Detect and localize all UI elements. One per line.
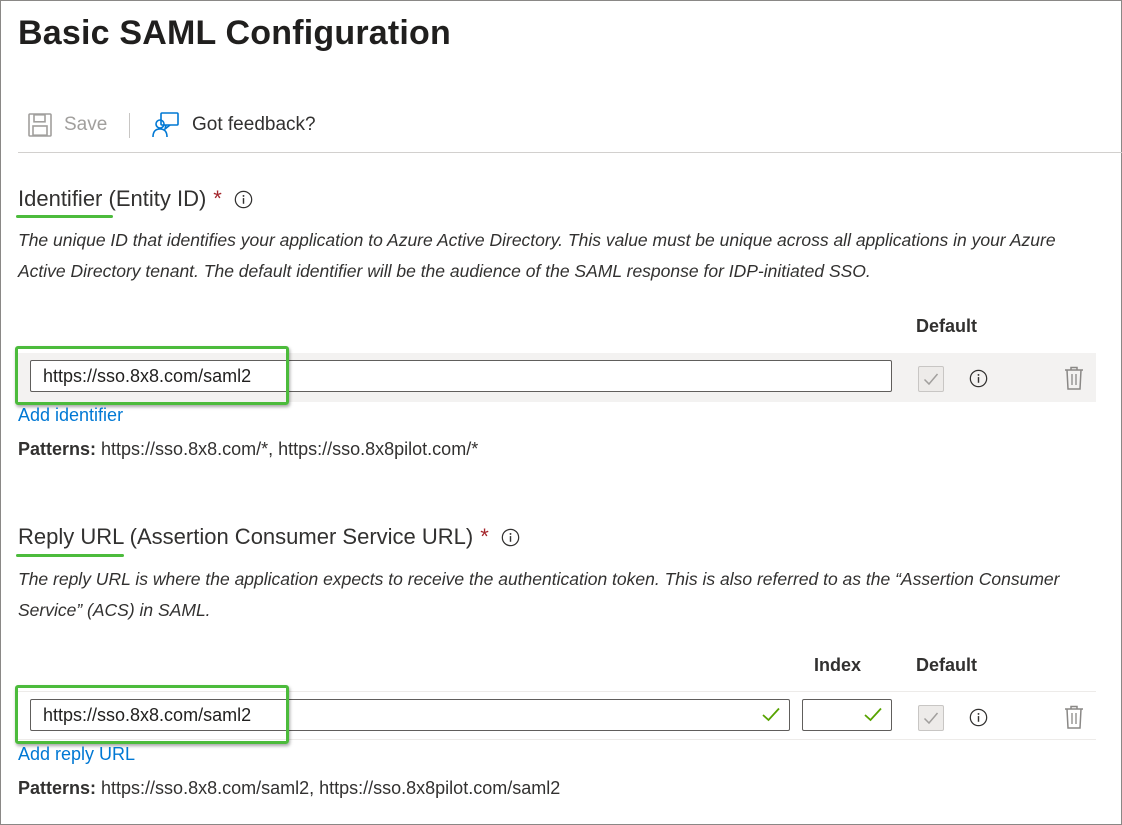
patterns-label: Patterns: xyxy=(18,778,97,798)
identifier-default-checkbox[interactable] xyxy=(918,366,944,392)
highlight-underline xyxy=(16,215,113,218)
highlight-box xyxy=(15,685,289,744)
delete-icon[interactable] xyxy=(1064,705,1084,729)
reply-url-heading-text: Reply URL (Assertion Consumer Service UR… xyxy=(18,524,474,549)
reply-url-heading: Reply URL (Assertion Consumer Service UR… xyxy=(18,524,520,550)
delete-icon[interactable] xyxy=(1064,366,1084,390)
feedback-icon xyxy=(152,112,180,138)
checkmark-icon xyxy=(923,373,939,386)
toolbar-separator xyxy=(129,113,130,138)
info-icon[interactable] xyxy=(234,190,253,209)
required-mark: * xyxy=(213,186,222,211)
info-icon[interactable] xyxy=(969,369,988,388)
identifier-heading-text: Identifier (Entity ID) xyxy=(18,186,207,211)
feedback-button[interactable]: Got feedback? xyxy=(152,104,316,146)
save-label: Save xyxy=(64,114,108,135)
feedback-label: Got feedback? xyxy=(192,114,316,135)
toolbar-divider xyxy=(18,152,1122,153)
reply-url-patterns: Patterns: https://sso.8x8.com/saml2, htt… xyxy=(18,778,560,799)
valid-check-icon xyxy=(762,707,780,722)
patterns-label: Patterns: xyxy=(18,439,97,459)
save-button[interactable]: Save xyxy=(28,104,107,146)
add-identifier-link[interactable]: Add identifier xyxy=(18,405,123,426)
identifier-description: The unique ID that identifies your appli… xyxy=(18,230,1056,281)
valid-check-icon xyxy=(864,707,882,722)
toolbar: Save Got feedback? xyxy=(0,104,1122,146)
save-icon xyxy=(28,113,52,137)
highlight-box xyxy=(15,346,289,405)
info-icon[interactable] xyxy=(969,708,988,727)
identifier-heading: Identifier (Entity ID) * xyxy=(18,186,253,212)
patterns-value: https://sso.8x8.com/saml2, https://sso.8… xyxy=(96,778,561,798)
add-reply-url-link[interactable]: Add reply URL xyxy=(18,744,135,765)
highlight-underline xyxy=(16,554,124,557)
checkmark-icon xyxy=(923,712,939,725)
index-column-header: Index xyxy=(814,655,862,675)
identifier-patterns: Patterns: https://sso.8x8.com/*, https:/… xyxy=(18,439,478,460)
page-title: Basic SAML Configuration xyxy=(18,14,451,52)
info-icon[interactable] xyxy=(501,528,520,547)
reply-url-description: The reply URL is where the application e… xyxy=(18,569,1060,620)
default-column-header: Default xyxy=(916,655,978,675)
patterns-value: https://sso.8x8.com/*, https://sso.8x8pi… xyxy=(96,439,479,459)
required-mark: * xyxy=(480,524,489,549)
reply-url-default-checkbox[interactable] xyxy=(918,705,944,731)
default-column-header: Default xyxy=(916,316,978,336)
